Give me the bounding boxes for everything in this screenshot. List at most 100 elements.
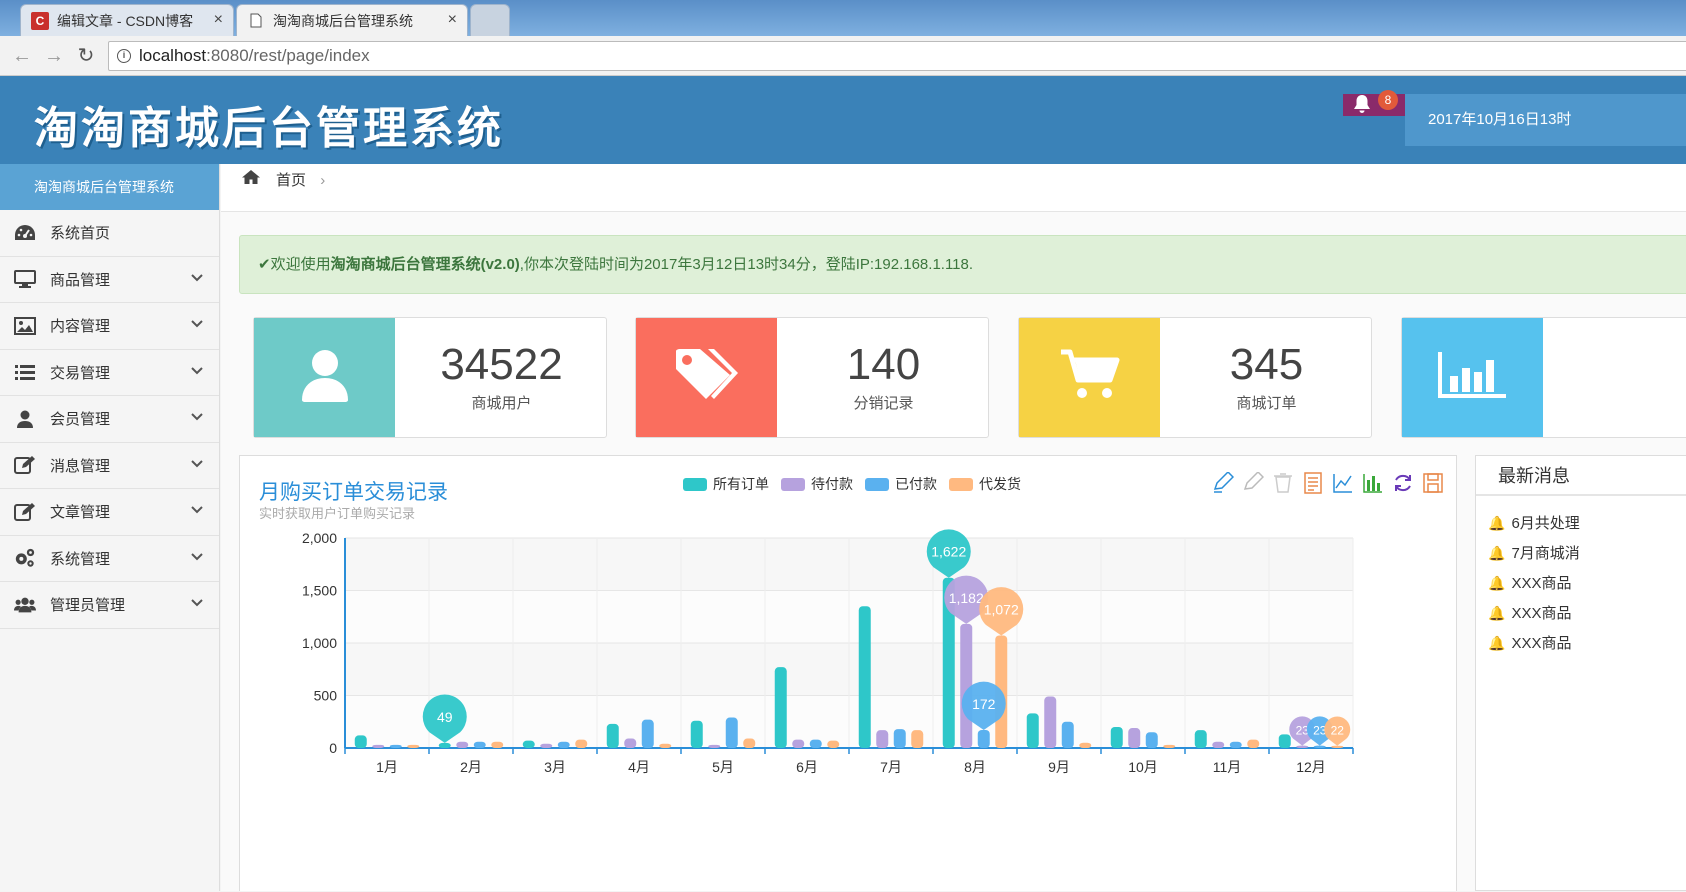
sidebar-item-home[interactable]: 系统首页 — [0, 210, 219, 257]
chevron-down-icon — [191, 596, 203, 610]
sidebar-item-admin[interactable]: 管理员管理 — [0, 582, 219, 629]
chart-bar — [407, 744, 420, 748]
chart-bar — [876, 730, 889, 748]
message-item[interactable]: 🔔 XXX商品 — [1476, 598, 1686, 628]
close-tab-icon[interactable]: × — [448, 11, 457, 29]
chart-bar — [438, 742, 451, 748]
chart-bar — [372, 744, 385, 748]
user-icon — [14, 408, 36, 430]
message-text: XXX商品 — [1511, 605, 1572, 622]
chevron-down-icon — [191, 271, 203, 285]
forward-icon[interactable]: → — [42, 44, 66, 68]
sidebar-item-label: 管理员管理 — [50, 597, 126, 615]
breadcrumb-home-link[interactable]: 首页 — [276, 172, 306, 189]
messages-list: 🔔 6月共处理 🔔 7月商城消 🔔 XXX商品 🔔 XXX商品 🔔 XXX商品 — [1476, 496, 1686, 658]
edit-icon — [14, 454, 36, 476]
edit-icon — [14, 501, 36, 523]
marker-label: 1,072 — [984, 601, 1019, 617]
url-input[interactable]: i localhost:8080/rest/page/index — [108, 41, 1686, 71]
chart-bar — [809, 739, 822, 748]
chart-bar — [1296, 745, 1309, 748]
y-tick-label: 1,500 — [302, 583, 337, 599]
info-icon[interactable]: i — [117, 49, 131, 63]
message-text: 7月商城消 — [1511, 545, 1580, 562]
stat-label: 分销记录 — [853, 395, 914, 412]
bell-icon: 🔔 — [1488, 515, 1506, 531]
tags-icon — [674, 347, 740, 408]
reload-icon[interactable]: ↻ — [74, 44, 98, 68]
message-item[interactable]: 🔔 XXX商品 — [1476, 628, 1686, 658]
sidebar-item-system[interactable]: 系统管理 — [0, 536, 219, 582]
marker-label: 1,622 — [931, 544, 966, 560]
x-tick-label: 1月 — [376, 759, 398, 775]
stat-card-orders[interactable]: 345 商城订单 — [1018, 317, 1372, 438]
stat-label: 商城订单 — [1236, 395, 1297, 412]
sidebar-title: 淘淘商城后台管理系统 — [0, 164, 219, 210]
chevron-down-icon — [191, 457, 203, 471]
chart-bar — [389, 744, 402, 748]
chart-bar — [690, 720, 703, 748]
chevron-right-icon: › — [320, 172, 326, 189]
stat-value: 34522 — [440, 340, 563, 389]
check-icon: ✔ — [258, 256, 271, 273]
message-item[interactable]: 🔔 XXX商品 — [1476, 568, 1686, 598]
users-icon — [14, 594, 36, 616]
home-icon[interactable] — [241, 169, 266, 189]
message-item[interactable]: 🔔 7月商城消 — [1476, 538, 1686, 568]
sidebar-item-message[interactable]: 消息管理 — [0, 443, 219, 489]
chart-bar — [1229, 741, 1242, 748]
stat-card-distribution[interactable]: 140 分销记录 — [635, 317, 989, 438]
chart-bar — [659, 743, 672, 748]
chart-bar — [557, 741, 570, 748]
browser-tab-taotao[interactable]: 淘淘商城后台管理系统 × — [236, 4, 468, 36]
sidebar-item-trade[interactable]: 交易管理 — [0, 350, 219, 396]
bell-icon: 🔔 — [1488, 545, 1506, 561]
chart-bar — [725, 717, 738, 748]
user-icon — [300, 348, 350, 407]
tab-title: 编辑文章 - CSDN博客 — [57, 12, 194, 29]
chart-bar — [1044, 696, 1057, 748]
notification-button[interactable]: 8 — [1343, 90, 1405, 119]
bar-chart-icon — [1437, 350, 1508, 405]
new-tab-button[interactable] — [470, 4, 510, 36]
chart-bar — [1163, 744, 1176, 748]
chart-bar — [1079, 742, 1092, 748]
sidebar-item-member[interactable]: 会员管理 — [0, 396, 219, 443]
chart-bar — [960, 623, 973, 748]
sidebar-item-label: 会员管理 — [50, 411, 111, 429]
stat-card-analytics[interactable] — [1401, 317, 1686, 438]
chevron-down-icon — [191, 503, 203, 517]
stat-card-icon-area — [254, 318, 395, 437]
stat-card-icon-area — [1019, 318, 1160, 437]
sidebar-item-goods[interactable]: 商品管理 — [0, 257, 219, 303]
x-tick-label: 7月 — [880, 759, 902, 775]
sidebar: 淘淘商城后台管理系统 系统首页 商品管理 内容管理 交易管理 会员管理 消息管理… — [0, 164, 220, 891]
csdn-favicon-icon: C — [31, 11, 49, 30]
y-tick-label: 2,000 — [302, 530, 337, 546]
chart-bar — [858, 606, 871, 748]
chart-bar — [1278, 734, 1291, 748]
sidebar-item-content[interactable]: 内容管理 — [0, 303, 219, 350]
chart-bar — [1212, 741, 1225, 748]
chart-bar — [1194, 730, 1207, 748]
chart-bar — [1331, 745, 1344, 748]
close-tab-icon[interactable]: × — [214, 11, 223, 29]
stat-card-icon-area — [1402, 318, 1543, 437]
chart-bar — [774, 667, 787, 748]
browser-tab-csdn[interactable]: C 编辑文章 - CSDN博客 × — [20, 4, 234, 36]
marker-label: 1,182 — [949, 590, 984, 606]
main-content: 首页 › ✔欢迎使用淘淘商城后台管理系统(v2.0),你本次登陆时间为2017年… — [221, 164, 1686, 891]
message-item[interactable]: 🔔 6月共处理 — [1476, 508, 1686, 538]
x-tick-label: 12月 — [1296, 759, 1326, 775]
sidebar-item-article[interactable]: 文章管理 — [0, 489, 219, 536]
bell-icon — [1353, 94, 1371, 119]
chart-bar — [1026, 713, 1039, 748]
chart-bar — [708, 744, 721, 748]
chart-bar — [540, 743, 553, 748]
stat-value: 140 — [846, 340, 921, 389]
back-icon[interactable]: ← — [10, 44, 34, 68]
tab-title: 淘淘商城后台管理系统 — [273, 12, 413, 29]
chart-bar — [792, 739, 805, 748]
url-path: :8080/rest/page/index — [206, 46, 370, 65]
stat-card-users[interactable]: 34522 商城用户 — [253, 317, 607, 438]
